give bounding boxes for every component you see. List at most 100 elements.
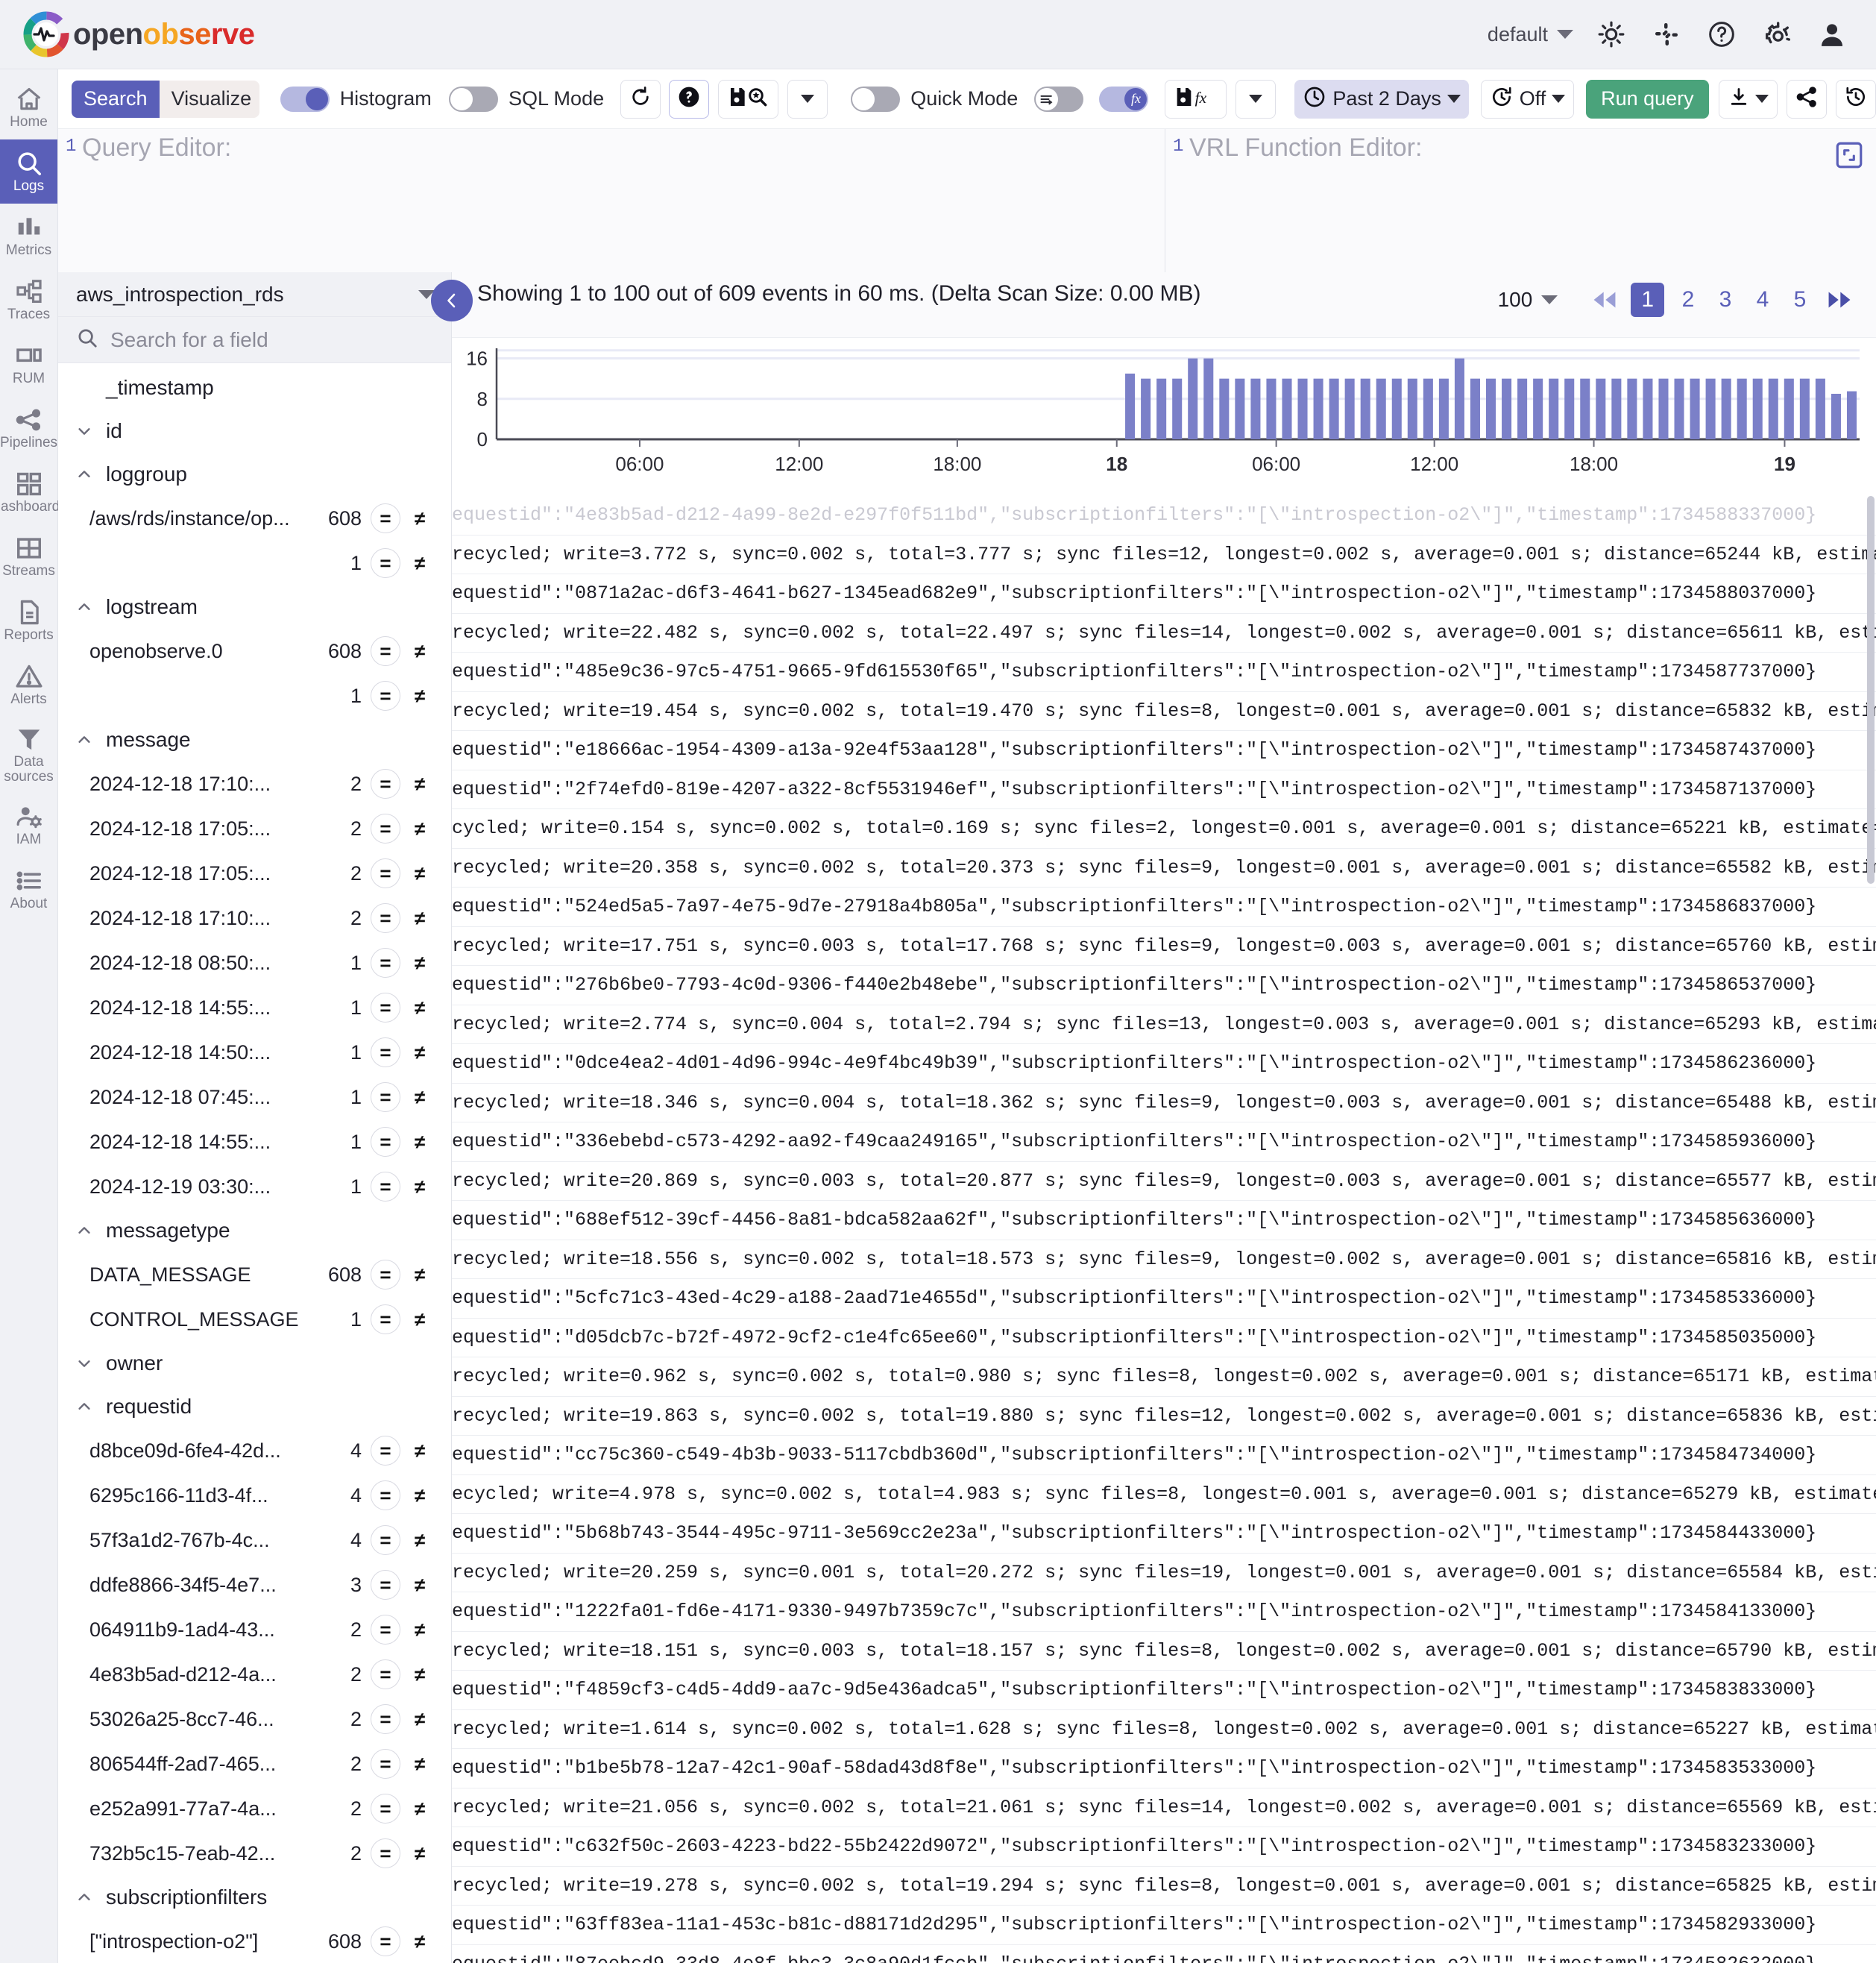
filter-equals-button[interactable]: = <box>371 858 400 888</box>
run-query-button[interactable]: Run query <box>1586 80 1709 119</box>
histogram-bar[interactable] <box>1517 379 1527 439</box>
filter-not-equals-button[interactable]: ≠ <box>405 681 435 711</box>
log-line[interactable]: recycled; write=21.056 s, sync=0.002 s, … <box>452 1788 1876 1828</box>
field-value-row[interactable]: 1=≠ <box>58 541 451 585</box>
filter-equals-button[interactable]: = <box>371 1172 400 1202</box>
field-value-row[interactable]: e252a991-77a7-4a...2=≠ <box>58 1786 451 1831</box>
log-line[interactable]: equestid":"1222fa01-fd6e-4171-9330-9497b… <box>452 1592 1876 1632</box>
sidebar-item-about[interactable]: About <box>0 857 57 921</box>
filter-equals-button[interactable]: = <box>371 1037 400 1067</box>
app-logo[interactable]: openobserve <box>0 10 254 58</box>
field-value-row[interactable]: 2024-12-18 07:45:...1=≠ <box>58 1075 451 1119</box>
sidebar-item-pipelines[interactable]: Pipelines <box>0 396 57 460</box>
log-line[interactable]: equestid":"0dce4ea2-4d01-4d96-994c-4e9f4… <box>452 1044 1876 1084</box>
sidebar-item-data-sources[interactable]: Data sources <box>0 717 57 793</box>
field-value-row[interactable]: d8bce09d-6fe4-42d...4=≠ <box>58 1428 451 1473</box>
vrl-function-toggle[interactable]: fx <box>1099 87 1148 112</box>
filter-not-equals-button[interactable]: ≠ <box>405 948 435 978</box>
filter-not-equals-button[interactable]: ≠ <box>405 548 435 578</box>
share-button[interactable] <box>1787 80 1827 119</box>
tab-search[interactable]: Search <box>72 81 160 118</box>
field-value-row[interactable]: openobserve.0608=≠ <box>58 629 451 673</box>
field-value-row[interactable]: 2024-12-19 03:30:...1=≠ <box>58 1164 451 1209</box>
log-line[interactable]: equestid":"2f74efd0-819e-4207-a322-8cf55… <box>452 770 1876 810</box>
vrl-function-editor[interactable]: 1 VRL Function Editor: <box>1165 129 1875 272</box>
log-line[interactable]: recycled; write=17.751 s, sync=0.003 s, … <box>452 927 1876 967</box>
log-line[interactable]: equestid":"cc75c360-c549-4b3b-9033-5117c… <box>452 1436 1876 1475</box>
page-button-4[interactable]: 4 <box>1749 287 1776 312</box>
filter-not-equals-button[interactable]: ≠ <box>405 1749 435 1779</box>
filter-equals-button[interactable]: = <box>371 814 400 844</box>
download-button[interactable] <box>1719 80 1778 119</box>
histogram-bar[interactable] <box>1282 379 1291 439</box>
log-line[interactable]: equestid":"f4859cf3-c4d5-4dd9-aa7c-9d5e4… <box>452 1671 1876 1710</box>
stream-selector[interactable]: aws_introspection_rds <box>58 272 451 317</box>
sidebar-item-rum[interactable]: RUM <box>0 332 57 396</box>
filter-equals-button[interactable]: = <box>371 1525 400 1555</box>
filter-equals-button[interactable]: = <box>371 1304 400 1334</box>
histogram-bar[interactable] <box>1611 379 1621 439</box>
scrollbar-thumb[interactable] <box>1867 496 1875 884</box>
log-line[interactable]: recycled; write=20.869 s, sync=0.003 s, … <box>452 1162 1876 1202</box>
log-line[interactable]: equestid":"e18666ac-1954-4309-a13a-92e4f… <box>452 731 1876 770</box>
log-line[interactable]: recycled; write=1.614 s, sync=0.002 s, t… <box>452 1710 1876 1750</box>
sidebar-item-metrics[interactable]: Metrics <box>0 204 57 268</box>
log-results-list[interactable]: equestid":"4e83b5ad-d212-4a99-8e2d-e297f… <box>452 496 1876 1963</box>
field-group-owner[interactable]: owner <box>58 1342 451 1385</box>
save-function-button[interactable]: fx <box>1165 80 1227 119</box>
field-value-row[interactable]: 064911b9-1ad4-43...2=≠ <box>58 1607 451 1652</box>
histogram-bar[interactable] <box>1156 379 1166 439</box>
histogram-bar[interactable] <box>1753 379 1763 439</box>
filter-not-equals-button[interactable]: ≠ <box>405 1659 435 1689</box>
field-value-row[interactable]: CONTROL_MESSAGE1=≠ <box>58 1297 451 1342</box>
histogram-bar[interactable] <box>1329 379 1339 439</box>
filter-not-equals-button[interactable]: ≠ <box>405 1615 435 1645</box>
log-line[interactable]: recycled; write=0.962 s, sync=0.002 s, t… <box>452 1357 1876 1397</box>
histogram-bar[interactable] <box>1706 379 1716 439</box>
histogram-bar[interactable] <box>1486 379 1496 439</box>
histogram-bar[interactable] <box>1235 379 1244 439</box>
log-line[interactable]: recycled; write=19.454 s, sync=0.002 s, … <box>452 692 1876 732</box>
histogram-bar[interactable] <box>1266 379 1276 439</box>
filter-equals-button[interactable]: = <box>371 548 400 578</box>
histogram-bar[interactable] <box>1361 379 1370 439</box>
field-value-row[interactable]: DATA_MESSAGE608=≠ <box>58 1252 451 1297</box>
filter-equals-button[interactable]: = <box>371 1838 400 1868</box>
settings-gear-icon[interactable] <box>1760 17 1794 51</box>
histogram-toggle[interactable] <box>280 87 330 112</box>
filter-not-equals-button[interactable]: ≠ <box>405 1127 435 1157</box>
filter-equals-button[interactable]: = <box>371 948 400 978</box>
sql-mode-toggle[interactable] <box>449 87 498 112</box>
log-scrollbar[interactable] <box>1866 496 1876 1963</box>
histogram-bar[interactable] <box>1345 379 1355 439</box>
field-group-loggroup[interactable]: loggroup <box>58 453 451 496</box>
sidebar-item-logs[interactable]: Logs <box>0 139 57 204</box>
sidebar-item-home[interactable]: Home <box>0 75 57 139</box>
field-value-row[interactable]: 2024-12-18 14:55:...1=≠ <box>58 985 451 1030</box>
histogram-bar[interactable] <box>1737 379 1747 439</box>
histogram-bar[interactable] <box>1172 379 1182 439</box>
histogram-bar[interactable] <box>1549 379 1558 439</box>
histogram-bar[interactable] <box>1627 379 1637 439</box>
filter-not-equals-button[interactable]: ≠ <box>405 903 435 933</box>
field-group-messagetype[interactable]: messagetype <box>58 1209 451 1252</box>
filter-not-equals-button[interactable]: ≠ <box>405 858 435 888</box>
field-group-requestid[interactable]: requestid <box>58 1385 451 1428</box>
histogram-bar[interactable] <box>1470 379 1480 439</box>
histogram-bar[interactable] <box>1675 379 1684 439</box>
filter-not-equals-button[interactable]: ≠ <box>405 993 435 1023</box>
help-icon[interactable] <box>1705 17 1739 51</box>
field-value-row[interactable]: 6295c166-11d3-4f...4=≠ <box>58 1473 451 1518</box>
slack-icon[interactable] <box>1649 17 1684 51</box>
log-line[interactable]: equestid":"b1be5b78-12a7-42c1-90af-58dad… <box>452 1749 1876 1788</box>
histogram-bar[interactable] <box>1580 379 1590 439</box>
field-value-row[interactable]: 2024-12-18 17:10:...2=≠ <box>58 896 451 940</box>
field-value-row[interactable]: /aws/rds/instance/op...608=≠ <box>58 496 451 541</box>
log-line[interactable]: recycled; write=3.772 s, sync=0.002 s, t… <box>452 535 1876 575</box>
first-page-icon[interactable] <box>1589 287 1620 312</box>
histogram-bar[interactable] <box>1564 379 1574 439</box>
quick-mode-fields-toggle[interactable] <box>1034 87 1083 112</box>
log-line[interactable]: equestid":"336ebebd-c573-4292-aa92-f49ca… <box>452 1122 1876 1162</box>
histogram-bar[interactable] <box>1658 379 1668 439</box>
field-value-row[interactable]: 732b5c15-7eab-42...2=≠ <box>58 1831 451 1876</box>
